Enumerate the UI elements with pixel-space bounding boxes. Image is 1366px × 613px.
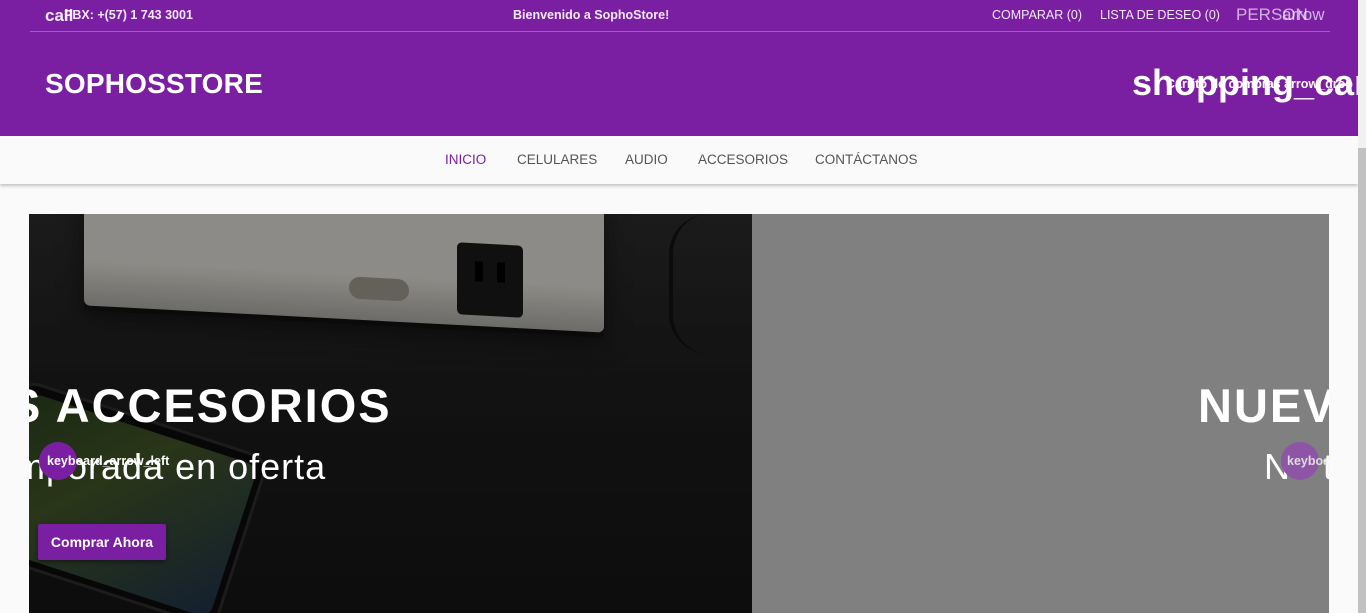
topbar: call PBX: +(57) 1 743 3001 Bienvenido a … — [30, 0, 1330, 32]
nav-item-inicio[interactable]: INICIO — [445, 152, 486, 167]
slide-title: NUEV — [1198, 379, 1329, 432]
slide-title: S ACCESORIOS — [29, 379, 392, 432]
keyboard-arrow-left-icon: keyboard_arrow_left — [47, 454, 170, 468]
phone-number: PBX: +(57) 1 743 3001 — [64, 8, 193, 22]
carousel-prev-button[interactable]: keyboard_arrow_left — [39, 442, 169, 480]
nav-item-contactanos[interactable]: CONTÁCTANOS — [815, 152, 918, 167]
hero-carousel: S ACCESORIOS mporada en oferta Comprar A… — [29, 214, 1329, 613]
carousel-slide-accesorios: S ACCESORIOS mporada en oferta Comprar A… — [29, 214, 752, 613]
scrollbar-thumb[interactable] — [1358, 148, 1366, 613]
page-scrollbar[interactable] — [1358, 0, 1366, 613]
main-navigation: INICIO CELULARES AUDIO ACCESORIOS CONTÁC… — [0, 136, 1358, 184]
nav-item-celulares[interactable]: CELULARES — [517, 152, 597, 167]
carousel-next-button[interactable]: keyboard_arrow_right — [1281, 442, 1327, 480]
account-dropdown-arrow-icon[interactable]: arrow — [1282, 5, 1330, 25]
nav-item-audio[interactable]: AUDIO — [625, 152, 668, 167]
wishlist-link[interactable]: LISTA DE DESEO (0) — [1100, 8, 1220, 22]
carousel-slide-nuevos: NUEV No t — [752, 214, 1329, 613]
top-header: call PBX: +(57) 1 743 3001 Bienvenido a … — [0, 0, 1358, 136]
keyboard-arrow-right-icon: keyboard_arrow_right — [1287, 454, 1327, 468]
welcome-message: Bienvenido a SophoStore! — [513, 8, 670, 22]
buy-now-button[interactable]: Comprar Ahora — [38, 524, 166, 560]
brand-logo[interactable]: SOPHOSSTORE — [45, 68, 263, 100]
compare-link[interactable]: COMPARAR (0) — [992, 8, 1082, 22]
cart-button-label[interactable]: Carrito de compras arrow_drop — [1166, 77, 1358, 91]
nav-item-accesorios[interactable]: ACCESORIOS — [698, 152, 788, 167]
